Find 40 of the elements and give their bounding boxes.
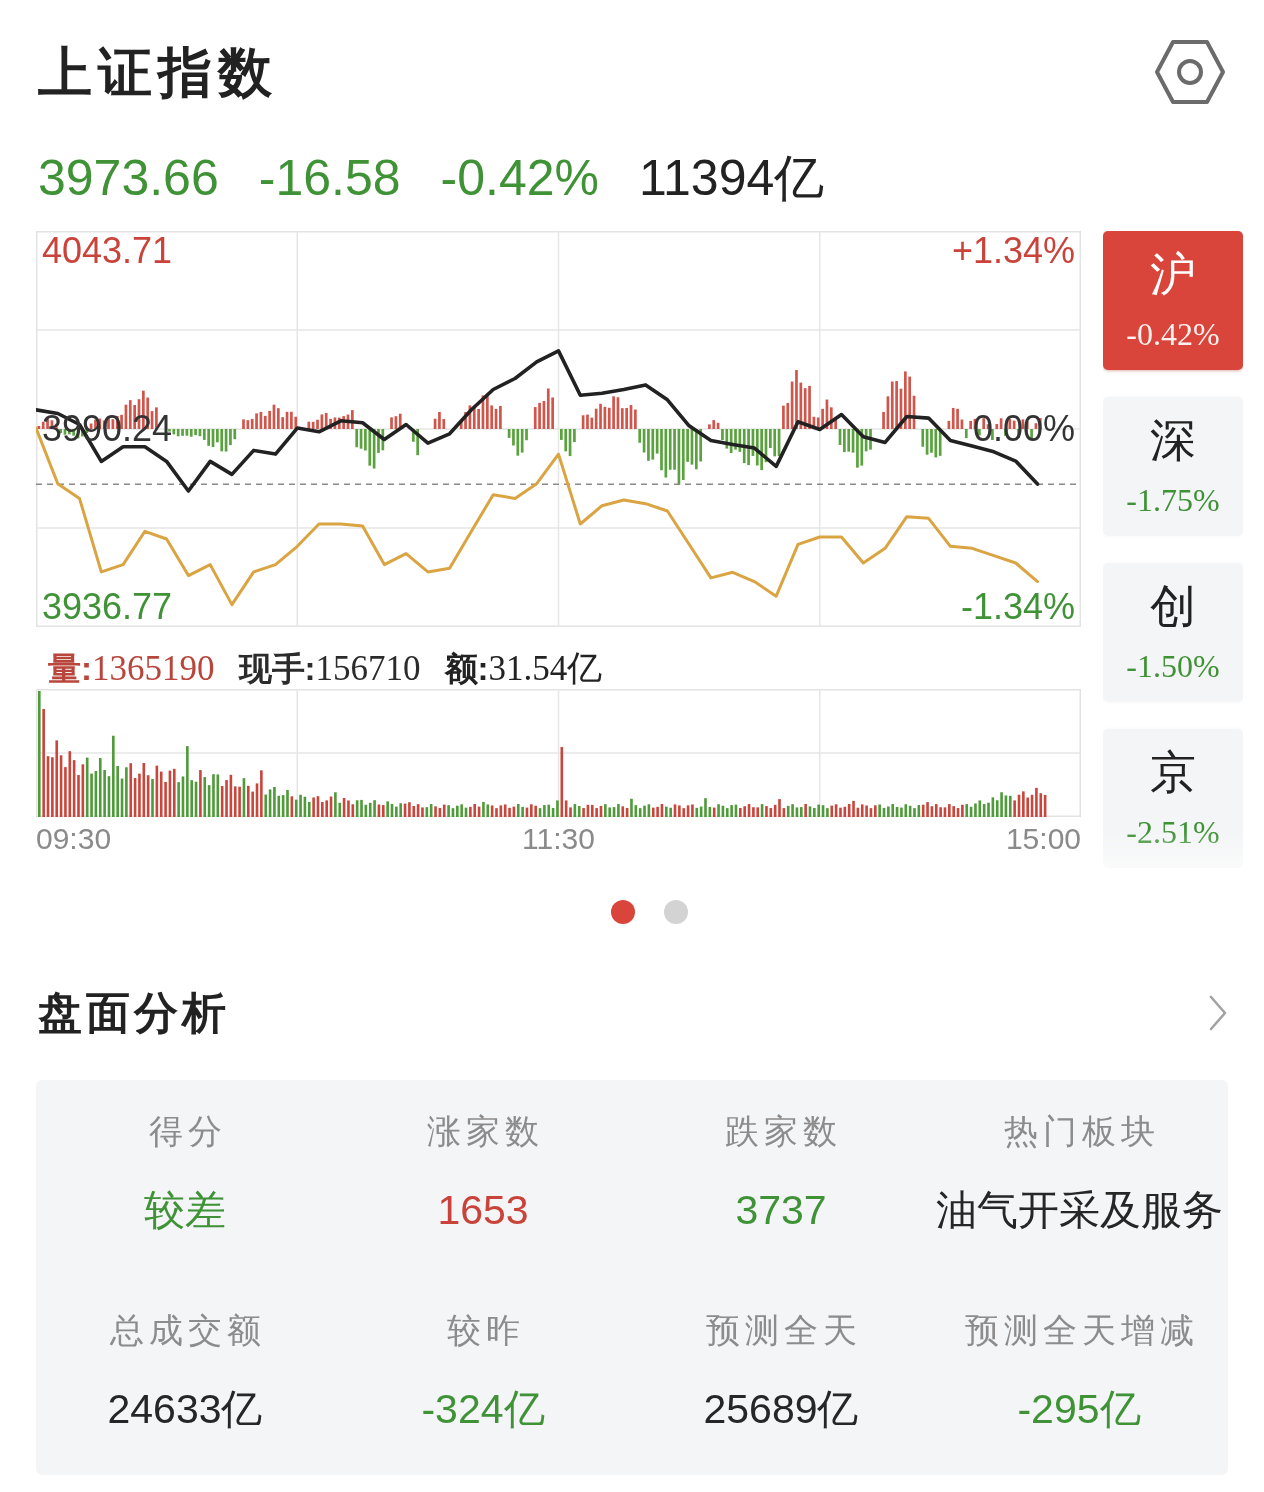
metric-label: 涨家数	[426, 1111, 544, 1152]
metric-value: 较差	[144, 1186, 226, 1235]
metric-label: 跌家数	[724, 1111, 842, 1152]
metric-label: 得分	[147, 1111, 227, 1152]
page-dot[interactable]	[611, 900, 635, 924]
volume-stat: 额:31.54亿	[444, 649, 603, 689]
time-axis-label: 11:30	[522, 821, 595, 857]
turnover-amount: 11394亿	[638, 150, 825, 206]
time-axis-label: 15:00	[1005, 821, 1081, 857]
metric-value: -324亿	[421, 1385, 545, 1434]
percent-axis-label: -1.34%	[960, 587, 1075, 627]
page-title: 上证指数	[38, 41, 278, 104]
market-tab[interactable]: 深 -1.75%	[1103, 397, 1243, 536]
metric-label: 较昨	[445, 1310, 525, 1351]
metric-label: 预测全天增减	[963, 1310, 1199, 1351]
metric-value: 油气开采及服务	[935, 1186, 1223, 1235]
metric-value: 25689亿	[703, 1385, 859, 1434]
chevron-right-icon[interactable]	[1208, 994, 1228, 1032]
volume-stat: 量:1365190	[48, 649, 215, 689]
section-title: 盘面分析	[38, 990, 230, 1036]
settings-icon[interactable]	[1154, 39, 1226, 105]
y-axis-label: 3936.77	[42, 587, 173, 627]
volume-stat: 现手:156710	[238, 649, 421, 689]
metric-value: 3737	[735, 1186, 827, 1235]
time-axis-label: 09:30	[36, 821, 112, 857]
y-axis-label: 4043.71	[42, 231, 173, 271]
market-tab[interactable]: 创 -1.50%	[1103, 563, 1243, 702]
market-tab[interactable]: 京 -2.51%	[1103, 729, 1243, 868]
index-price: 3973.66	[38, 150, 219, 206]
percent-change: -0.42%	[440, 150, 599, 206]
metric-value: 1653	[437, 1186, 529, 1235]
market-tab[interactable]: 沪 -0.42%	[1103, 231, 1243, 370]
metric-value: -295亿	[1017, 1385, 1141, 1434]
metric-label: 总成交额	[108, 1310, 266, 1351]
metric-value: 24633亿	[107, 1385, 263, 1434]
price-change: -16.58	[258, 150, 401, 206]
page-dot[interactable]	[664, 900, 688, 924]
metric-label: 预测全天	[704, 1310, 862, 1351]
metric-label: 热门板块	[1002, 1111, 1160, 1152]
percent-axis-label: +1.34%	[951, 231, 1075, 271]
